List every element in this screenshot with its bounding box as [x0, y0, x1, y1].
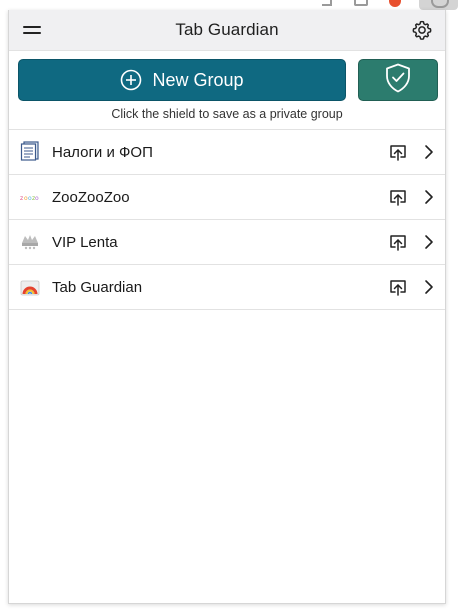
list-item[interactable]: VIP Lenta — [9, 220, 445, 265]
list-item[interactable]: z o o z o ZooZooZoo — [9, 175, 445, 220]
chevron-right-icon[interactable] — [423, 233, 435, 251]
chevron-right-icon[interactable] — [423, 188, 435, 206]
new-group-label: New Group — [152, 69, 244, 90]
vip-lenta-favicon — [20, 231, 40, 251]
group-list: Налоги и ФОП z o o z o ZooZooZoo VIP Len… — [9, 129, 445, 310]
group-name: VIP Lenta — [52, 233, 118, 251]
open-in-window-icon[interactable] — [388, 187, 408, 207]
shield-check-icon — [383, 62, 413, 99]
svg-text:z: z — [20, 195, 23, 202]
popup-header: Tab Guardian — [9, 10, 445, 51]
open-in-window-icon[interactable] — [388, 277, 408, 297]
group-name: ZooZooZoo — [52, 188, 130, 206]
group-name: Tab Guardian — [52, 278, 143, 296]
browser-toolbar-strip — [0, 0, 458, 10]
open-in-window-icon[interactable] — [388, 142, 408, 162]
list-item[interactable]: Налоги и ФОП — [9, 130, 445, 175]
popup-title: Tab Guardian — [175, 20, 279, 39]
extension-icon[interactable] — [354, 0, 368, 6]
document-favicon — [20, 141, 40, 161]
tab-guardian-favicon — [20, 276, 40, 296]
brave-shield-icon[interactable] — [389, 0, 401, 7]
new-group-button[interactable]: New Group — [18, 59, 346, 101]
chevron-right-icon[interactable] — [423, 278, 435, 296]
hamburger-menu-icon[interactable] — [23, 23, 43, 37]
list-item[interactable]: Tab Guardian — [9, 265, 445, 310]
tab-guardian-extension-icon[interactable] — [419, 0, 458, 10]
action-bar: New Group — [9, 59, 445, 107]
gear-icon[interactable] — [411, 19, 433, 41]
zoo-favicon: z o o z o — [20, 186, 40, 206]
group-name: Налоги и ФОП — [52, 143, 153, 161]
extension-popup: Tab Guardian New Group Click the shield … — [8, 10, 446, 604]
open-in-window-icon[interactable] — [388, 232, 408, 252]
plus-circle-icon — [120, 69, 142, 91]
svg-text:o: o — [35, 195, 39, 202]
private-group-shield-button[interactable] — [358, 59, 438, 101]
extension-icon[interactable] — [322, 0, 332, 6]
chevron-right-icon[interactable] — [423, 143, 435, 161]
